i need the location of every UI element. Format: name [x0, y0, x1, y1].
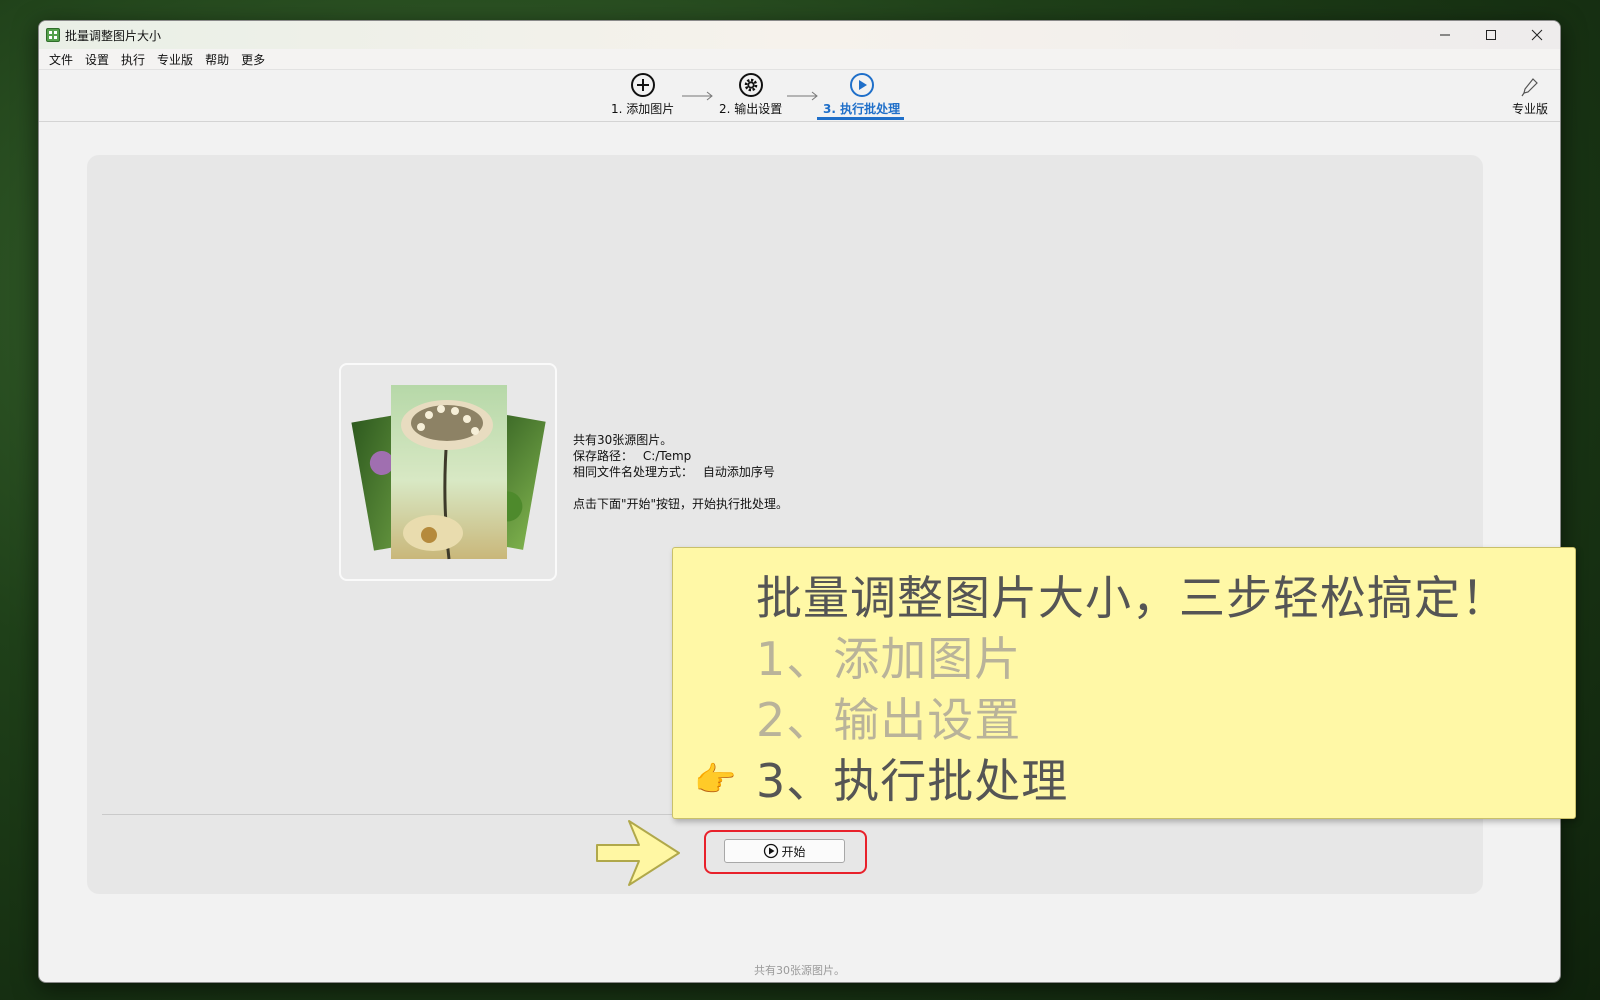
maximize-button[interactable] [1468, 21, 1514, 49]
app-icon [46, 28, 60, 42]
menu-more[interactable]: 更多 [235, 51, 271, 68]
step-add-images[interactable]: 1. 添加图片 [611, 73, 674, 117]
arrow-right-icon [787, 91, 818, 101]
arrow-right-icon [682, 91, 713, 101]
menu-execute[interactable]: 执行 [115, 51, 151, 68]
same-name-row: 相同文件名处理方式： 自动添加序号 [573, 464, 788, 480]
tutorial-callout: 批量调整图片大小，三步轻松搞定！ 1、添加图片 2、输出设置 3、执行批处理 👉 [672, 547, 1576, 819]
batch-info: 共有30张源图片。 保存路径： C:/Temp 相同文件名处理方式： 自动添加序… [573, 432, 788, 512]
pointing-hand-icon: 👉 [694, 760, 737, 800]
close-button[interactable] [1514, 21, 1560, 49]
start-button-label: 开始 [781, 844, 806, 859]
step-output-settings[interactable]: 2. 输出设置 [719, 73, 782, 117]
step-label: 1. 添加图片 [611, 102, 675, 116]
window-title: 批量调整图片大小 [65, 29, 162, 43]
menu-pro[interactable]: 专业版 [151, 51, 199, 68]
callout-step-2: 2、输出设置 [756, 693, 1022, 747]
step-label: 3. 执行批处理 [823, 102, 901, 116]
menu-bar: 文件 设置 执行 专业版 帮助 更多 [39, 49, 1560, 70]
start-hint: 点击下面"开始"按钮，开始执行批处理。 [573, 497, 789, 511]
pro-version-label: 专业版 [1511, 102, 1548, 116]
app-window: 批量调整图片大小 文件 设置 执行 专业版 帮助 更多 1. 添加图片 2. 输… [38, 20, 1561, 983]
play-circle-icon [764, 843, 779, 859]
menu-file[interactable]: 文件 [43, 51, 79, 68]
title-bar[interactable]: 批量调整图片大小 [39, 21, 1560, 49]
image-stack-preview [339, 363, 557, 581]
step-run-batch[interactable]: 3. 执行批处理 [823, 73, 900, 117]
save-path-label: 保存路径： [573, 449, 634, 463]
play-icon [849, 73, 874, 97]
active-step-indicator [817, 117, 904, 120]
start-button[interactable]: 开始 [724, 839, 845, 863]
same-name-value: 自动添加序号 [702, 465, 775, 479]
close-icon [1531, 29, 1543, 41]
menu-settings[interactable]: 设置 [79, 51, 115, 68]
callout-step-3: 3、执行批处理 [756, 754, 1069, 808]
maximize-icon [1486, 30, 1496, 40]
pro-version-button[interactable]: 专业版 [1512, 76, 1548, 117]
step-toolbar: 1. 添加图片 2. 输出设置 3. 执行批处理 专业版 [39, 70, 1560, 122]
menu-help[interactable]: 帮助 [199, 51, 235, 68]
same-name-label: 相同文件名处理方式： [573, 465, 694, 479]
minimize-icon [1440, 34, 1450, 36]
status-bar: 共有30张源图片。 [754, 964, 845, 977]
pen-icon [1521, 78, 1538, 97]
gear-icon [738, 73, 763, 97]
pointer-arrow-icon [596, 820, 680, 886]
callout-step-1: 1、添加图片 [756, 632, 1022, 686]
step-label: 2. 输出设置 [719, 102, 783, 116]
photo-stack-thumbnail [351, 385, 546, 560]
plus-icon [630, 73, 655, 97]
save-path-value: C:/Temp [642, 449, 692, 463]
minimize-button[interactable] [1422, 21, 1468, 49]
save-path-row: 保存路径： C:/Temp [573, 448, 788, 464]
callout-headline: 批量调整图片大小，三步轻松搞定！ [756, 571, 1508, 625]
source-count: 共有30张源图片。 [573, 433, 673, 447]
